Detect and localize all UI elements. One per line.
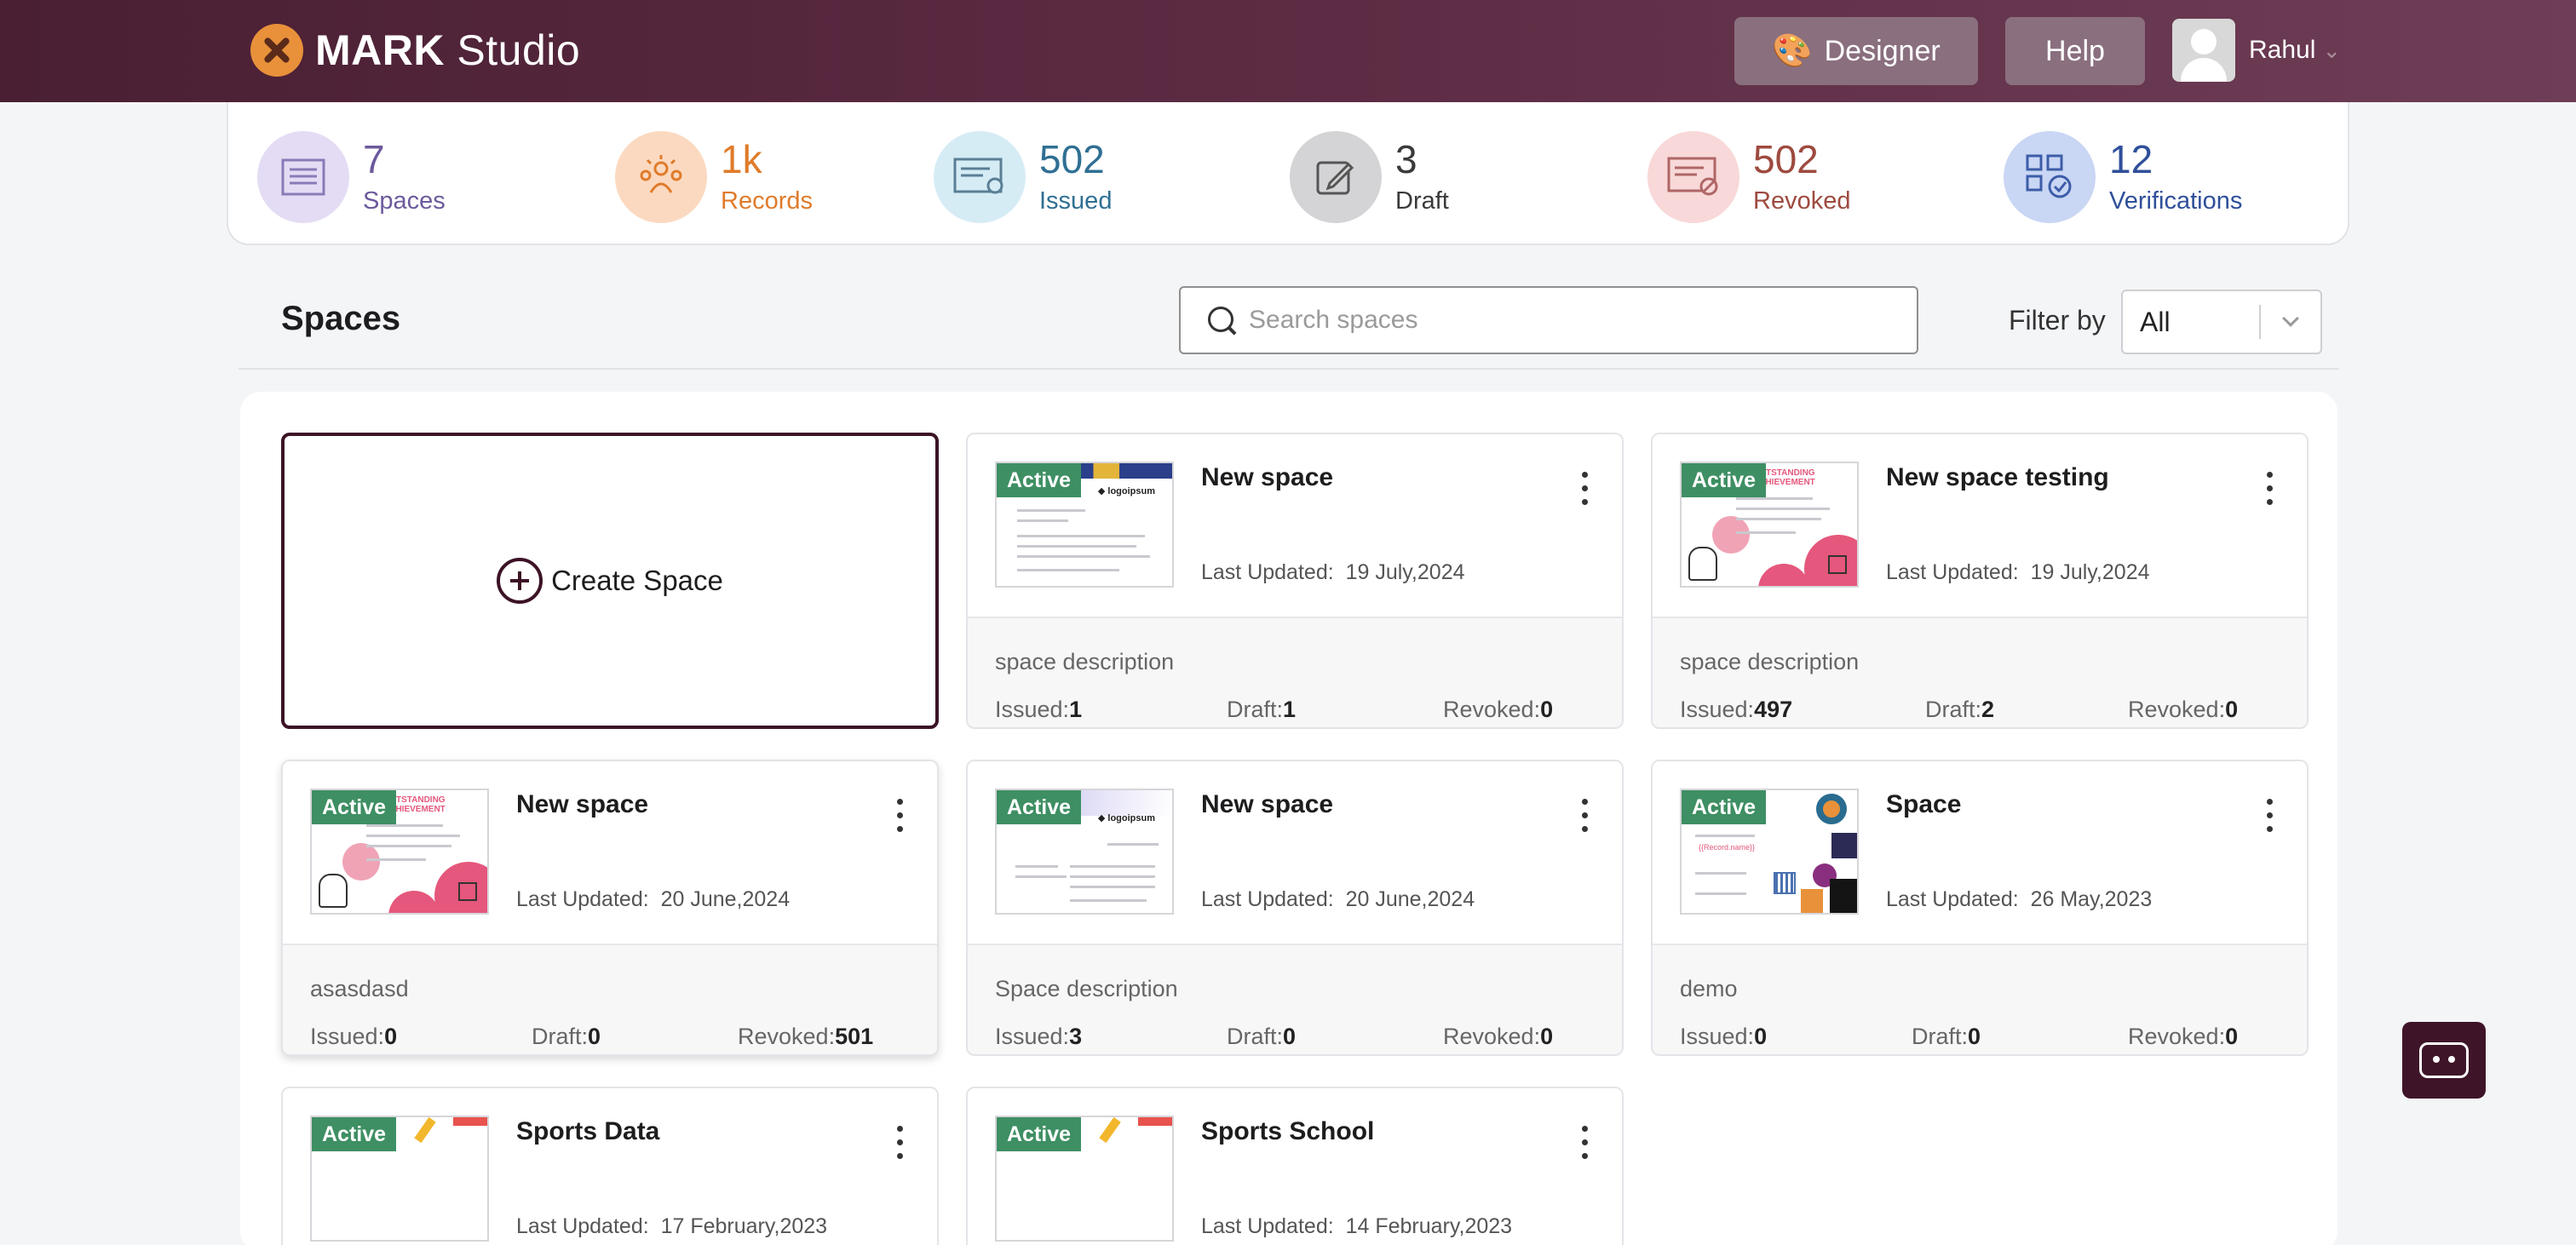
last-updated: Last Updated: 20 June,2024 bbox=[1201, 887, 1475, 911]
status-badge: Active bbox=[1682, 790, 1767, 824]
stat-label: Draft bbox=[1395, 186, 1449, 215]
more-options-icon[interactable] bbox=[889, 799, 910, 843]
card-description: Space description bbox=[995, 976, 1178, 1001]
stat-value: 7 bbox=[363, 136, 385, 181]
card-description: space description bbox=[1680, 649, 1860, 674]
create-space-label: Create Space bbox=[551, 565, 723, 596]
card-title: New space bbox=[516, 790, 649, 818]
stat-issued: 502 Issued bbox=[934, 131, 1112, 223]
certificate-thumbnail: Active bbox=[310, 1116, 489, 1242]
last-updated: Last Updated: 26 May,2023 bbox=[1886, 887, 2153, 911]
stats-bar: 7 Spaces 1k Records 502 Issued 3 Draft 502 Re… bbox=[227, 102, 2349, 245]
status-badge: Active bbox=[312, 790, 397, 824]
certificate-thumbnail: Active bbox=[995, 1116, 1174, 1242]
certificate-icon bbox=[934, 131, 1026, 223]
avatar bbox=[2172, 19, 2235, 82]
space-card[interactable]: ◆ logoipsum Active New space Last Update… bbox=[966, 760, 1624, 1056]
page-title: Spaces bbox=[281, 300, 401, 337]
designer-button[interactable]: 🎨 Designer bbox=[1734, 17, 1978, 85]
space-card[interactable]: OUTSTANDING ACHIEVEMENT Active New space… bbox=[281, 760, 939, 1056]
space-card[interactable]: OUTSTANDING ACHIEVEMENT Active New space… bbox=[1651, 433, 2309, 729]
stat-value: 12 bbox=[2109, 136, 2153, 181]
filter-select[interactable]: All bbox=[2121, 290, 2322, 354]
more-options-icon[interactable] bbox=[889, 1126, 910, 1170]
status-badge: Active bbox=[997, 1117, 1082, 1151]
filter-label: Filter by bbox=[2009, 305, 2106, 336]
card-title: New space bbox=[1201, 790, 1334, 818]
more-options-icon[interactable] bbox=[1574, 1126, 1595, 1170]
more-options-icon[interactable] bbox=[2259, 799, 2280, 843]
people-icon bbox=[615, 131, 707, 223]
last-updated: Last Updated: 17 February,2023 bbox=[516, 1214, 828, 1238]
stat-label: Issued bbox=[1039, 186, 1113, 215]
brand-logo-link[interactable]: MARK Studio bbox=[250, 24, 580, 77]
stat-value: 502 bbox=[1039, 136, 1105, 181]
card-description: space description bbox=[995, 649, 1175, 674]
stat-spaces: 7 Spaces bbox=[257, 131, 446, 223]
chevron-down-icon: ⌄ bbox=[2322, 37, 2342, 63]
card-title: Space bbox=[1886, 790, 1962, 818]
chevron-down-icon bbox=[2261, 310, 2320, 327]
stat-revoked: 502 Revoked bbox=[1647, 131, 1850, 223]
stat-label: Records bbox=[721, 186, 813, 215]
certificate-thumbnail: ATE {{Record.name}} Active bbox=[1680, 789, 1859, 915]
robot-icon bbox=[2419, 1042, 2469, 1078]
last-updated: Last Updated: 14 February,2023 bbox=[1201, 1214, 1513, 1238]
more-options-icon[interactable] bbox=[2259, 472, 2280, 516]
card-description: asasdasd bbox=[310, 976, 409, 1001]
stat-draft: 3 Draft bbox=[1290, 131, 1449, 223]
status-badge: Active bbox=[997, 790, 1082, 824]
card-title: New space bbox=[1201, 463, 1334, 491]
user-menu[interactable]: Rahul ⌄ bbox=[2172, 19, 2341, 82]
filter-value: All bbox=[2140, 306, 2171, 337]
stat-label: Revoked bbox=[1753, 186, 1851, 215]
user-name: Rahul bbox=[2249, 36, 2316, 64]
certificate-thumbnail: OUTSTANDING ACHIEVEMENT Active bbox=[310, 789, 489, 915]
certificate-thumbnail: ◆ logoipsum Active bbox=[995, 462, 1174, 588]
stat-value: 3 bbox=[1395, 136, 1417, 181]
status-badge: Active bbox=[312, 1117, 397, 1151]
stat-label: Spaces bbox=[363, 186, 446, 215]
card-title: New space testing bbox=[1886, 463, 2109, 491]
brand-name: MARK Studio bbox=[315, 26, 581, 74]
more-options-icon[interactable] bbox=[1574, 472, 1595, 516]
search-icon bbox=[1181, 288, 1249, 353]
card-title: Sports Data bbox=[516, 1117, 660, 1145]
help-button[interactable]: Help bbox=[2005, 17, 2145, 85]
revoked-certificate-icon bbox=[1647, 131, 1739, 223]
designer-label: Designer bbox=[1824, 34, 1941, 67]
status-badge: Active bbox=[1682, 463, 1767, 497]
stat-verifications: 12 Verifications bbox=[2004, 131, 2242, 223]
stat-value: 1k bbox=[721, 136, 762, 181]
create-space-button[interactable]: Create Space bbox=[281, 433, 939, 729]
mark-logo-icon bbox=[250, 24, 303, 77]
section-divider bbox=[239, 368, 2339, 370]
card-description: demo bbox=[1680, 976, 1738, 1001]
plus-circle-icon bbox=[497, 558, 543, 604]
status-badge: Active bbox=[997, 463, 1082, 497]
stat-value: 502 bbox=[1753, 136, 1819, 181]
certificate-thumbnail: OUTSTANDING ACHIEVEMENT Active bbox=[1680, 462, 1859, 588]
space-card[interactable]: Active Sports Data Last Updated: 17 Febr… bbox=[281, 1087, 939, 1245]
last-updated: Last Updated: 19 July,2024 bbox=[1201, 560, 1465, 584]
qr-verify-icon bbox=[2004, 131, 2096, 223]
space-card[interactable]: Active Sports School Last Updated: 14 Fe… bbox=[966, 1087, 1624, 1245]
last-updated: Last Updated: 20 June,2024 bbox=[516, 887, 791, 911]
space-card[interactable]: ◆ logoipsum Active New space Last Update… bbox=[966, 433, 1624, 729]
stat-label: Verifications bbox=[2109, 186, 2243, 215]
stat-records: 1k Records bbox=[615, 131, 813, 223]
more-options-icon[interactable] bbox=[1574, 799, 1595, 843]
document-icon bbox=[257, 131, 349, 223]
palette-icon: 🎨 bbox=[1772, 33, 1813, 69]
search-box[interactable] bbox=[1179, 286, 1918, 354]
certificate-thumbnail: ◆ logoipsum Active bbox=[995, 789, 1174, 915]
top-navigation-bar: MARK Studio 🎨 Designer Help Rahul ⌄ bbox=[0, 0, 2576, 102]
last-updated: Last Updated: 19 July,2024 bbox=[1886, 560, 2150, 584]
chatbot-button[interactable] bbox=[2402, 1022, 2486, 1099]
space-card[interactable]: ATE {{Record.name}} Active Space Last Up… bbox=[1651, 760, 2309, 1056]
search-input[interactable] bbox=[1249, 295, 1896, 346]
card-title: Sports School bbox=[1201, 1117, 1375, 1145]
pencil-icon bbox=[1290, 131, 1382, 223]
